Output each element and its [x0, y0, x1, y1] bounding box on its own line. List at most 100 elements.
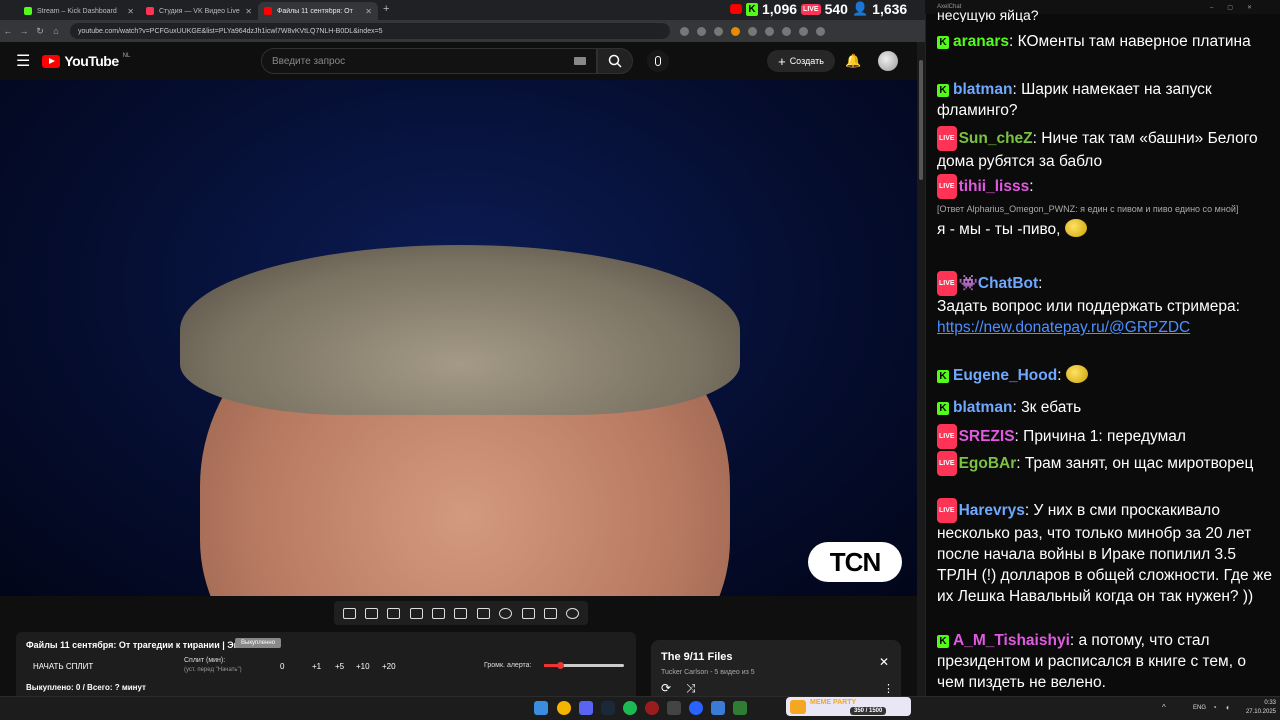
zoom-icon[interactable] — [697, 26, 706, 36]
split-hint: (уст. перед "Начать") — [184, 667, 242, 673]
bell-icon[interactable]: 🔔 — [845, 53, 861, 69]
address-bar: ← → ↻ ⌂ youtube.com/watch?v=PCFGuxUUKGE&… — [0, 20, 925, 42]
chat-nick[interactable]: aranars — [953, 33, 1009, 50]
vk-live-icon: LIVE — [937, 424, 957, 449]
discord-icon[interactable] — [579, 701, 593, 715]
cat-icon — [790, 699, 806, 714]
obs-icon[interactable] — [645, 701, 659, 715]
hamburger-icon[interactable]: ☰ — [16, 51, 30, 71]
split-minutes-input[interactable]: 0 — [280, 662, 284, 671]
chat-nick[interactable]: SREZIS — [959, 428, 1015, 445]
scrollbar-thumb[interactable] — [919, 60, 923, 180]
extension-icon[interactable] — [748, 26, 757, 36]
start-split-button[interactable]: НАЧАТЬ СПЛИТ — [33, 662, 93, 671]
bookmark-icon[interactable] — [714, 26, 723, 36]
chat-nick[interactable]: Harevrys — [959, 502, 1025, 519]
voice-search-button[interactable] — [647, 50, 669, 72]
start-icon[interactable] — [534, 701, 548, 715]
playlist-title[interactable]: The 9/11 Files — [661, 651, 733, 663]
close-icon[interactable]: ✕ — [879, 655, 889, 669]
app-icon[interactable] — [667, 701, 681, 715]
chat-nick[interactable]: blatman — [953, 81, 1012, 98]
clapper-icon[interactable] — [432, 607, 446, 619]
picture-in-picture-icon[interactable] — [454, 607, 468, 619]
emote-icon — [1064, 219, 1087, 237]
close-icon[interactable]: ✕ — [245, 7, 252, 16]
chat-message: LIVE 👾ChatBot: Задать вопрос или поддержа… — [937, 271, 1273, 338]
kick-icon: K — [937, 36, 949, 49]
shuffle-icon[interactable]: ⤨ — [686, 681, 696, 696]
forward-icon[interactable]: → — [16, 26, 32, 36]
volume-icon[interactable]: ◖ — [1225, 703, 1230, 712]
media-player-icon[interactable] — [689, 701, 703, 715]
settings-gear-icon[interactable] — [566, 607, 580, 619]
url-field[interactable]: youtube.com/watch?v=PCFGuxUUKGE&list=PLY… — [70, 23, 670, 39]
spotify-icon[interactable] — [623, 701, 637, 715]
add-5-button[interactable]: +5 — [335, 662, 344, 671]
video-player[interactable]: TCN — [0, 80, 917, 596]
chat-message: Kblatman: Шарик намекает на запуск флами… — [937, 81, 1212, 119]
tab-kick-dashboard[interactable]: Stream – Kick Dashboard ✕ — [18, 2, 140, 20]
volume-label: Громк. алерта: — [484, 662, 532, 669]
playlist-icon[interactable] — [409, 607, 423, 619]
back-icon[interactable]: ← — [0, 26, 16, 36]
reload-icon[interactable]: ↻ — [32, 26, 48, 37]
loop-icon[interactable]: ⟳ — [661, 681, 671, 695]
search-input[interactable]: Введите запрос — [261, 48, 597, 74]
puzzle-icon[interactable] — [765, 26, 774, 36]
menu-icon[interactable] — [816, 26, 825, 36]
chat-nick[interactable]: EgoBAr — [959, 455, 1017, 472]
volume-thumb[interactable] — [557, 662, 564, 669]
add-1-button[interactable]: +1 — [312, 662, 321, 671]
tab-youtube-active[interactable]: Файлы 11 сентября: От тр ✕ — [258, 2, 378, 20]
speed-icon[interactable] — [499, 607, 513, 619]
search-placeholder: Введите запрос — [272, 55, 346, 67]
chat-nick[interactable]: blatman — [953, 399, 1012, 416]
language-indicator[interactable]: ENG — [1193, 705, 1206, 711]
meme-party-widget[interactable]: МЕМЕ PARTY 350 / 1500 — [786, 697, 911, 716]
profile-icon[interactable] — [799, 26, 808, 36]
app-icon[interactable] — [711, 701, 725, 715]
extension-icon[interactable] — [731, 26, 740, 36]
chat-nick[interactable]: Sun_cheZ — [959, 130, 1033, 147]
youtube-logo[interactable]: YouTube NL — [42, 53, 130, 69]
home-icon[interactable]: ⌂ — [48, 26, 64, 36]
bought-status: Выкуплено: 0 / Всего: ? минут — [26, 683, 146, 692]
chat-message: LIVE SREZIS: Причина 1: передумал — [937, 424, 1273, 449]
download-icon[interactable] — [782, 26, 791, 36]
add-10-button[interactable]: +10 — [356, 662, 370, 671]
loop-icon[interactable] — [342, 607, 356, 619]
chat-fragment: несущую яйца? — [937, 8, 1039, 22]
search-button[interactable] — [597, 48, 633, 74]
close-icon[interactable]: ✕ — [127, 7, 134, 16]
add-clip-icon[interactable] — [521, 607, 535, 619]
more-icon[interactable]: ⋮ — [883, 682, 894, 695]
volume-slider[interactable] — [544, 662, 624, 669]
excel-icon[interactable] — [733, 701, 747, 715]
wifi-icon[interactable]: ◔ — [1212, 703, 1217, 712]
chat-nick[interactable]: A_M_Tishaishyi — [953, 632, 1070, 649]
tab-vk-studio[interactable]: Студия — VK Видео Live ✕ — [140, 2, 258, 20]
audio-icon[interactable] — [387, 607, 401, 619]
chat-nick[interactable]: Eugene_Hood — [953, 367, 1057, 384]
tray-chevron-icon[interactable]: ^ — [1162, 703, 1166, 712]
viewer-stats: K 1,096 LIVE 540 👤 1,636 — [730, 1, 907, 17]
theater-icon[interactable] — [476, 607, 490, 619]
new-tab-button[interactable]: + — [383, 3, 389, 15]
screenshot-icon[interactable] — [543, 607, 557, 619]
clock[interactable]: 0:33 27.10.2025 — [1238, 699, 1276, 717]
avatar[interactable] — [878, 51, 898, 71]
chrome-icon[interactable] — [557, 701, 571, 715]
add-20-button[interactable]: +20 — [382, 662, 396, 671]
chat-message: K A_M_Tishaishyi: а потому, что стал през… — [937, 632, 1246, 691]
chat-nick[interactable]: tihii_lisss — [959, 178, 1030, 195]
cast-icon[interactable] — [680, 26, 689, 36]
playlist-panel: The 9/11 Files Tucker Carlson - 5 видео … — [651, 640, 901, 696]
close-icon[interactable]: ✕ — [365, 7, 372, 16]
chat-nick[interactable]: ChatBot — [978, 275, 1038, 292]
create-button[interactable]: + Создать — [767, 50, 835, 72]
chat-link[interactable]: https://new.donatepay.ru/@GRPZDC — [937, 317, 1273, 338]
sort-icon[interactable] — [365, 607, 379, 619]
steam-icon[interactable] — [601, 701, 615, 715]
keyboard-icon[interactable] — [574, 57, 586, 65]
